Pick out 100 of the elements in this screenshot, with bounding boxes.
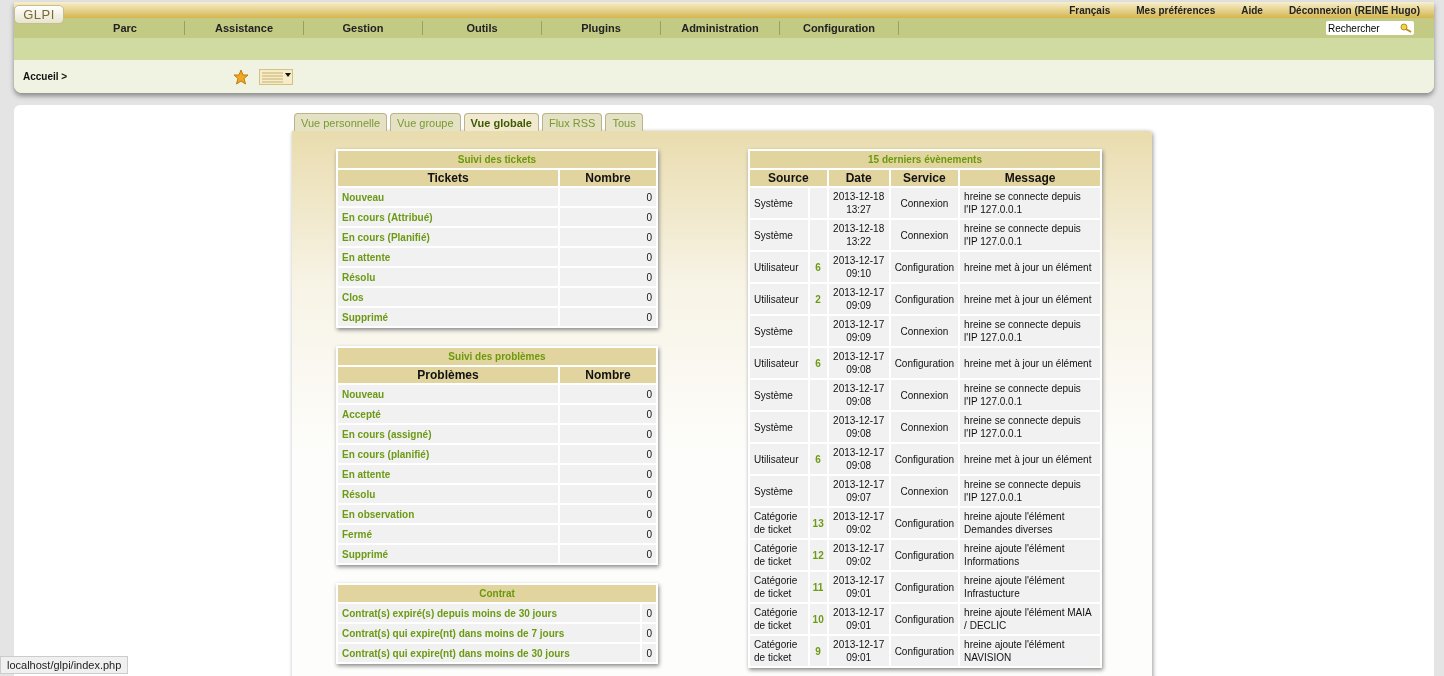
count-cell: 0: [642, 624, 656, 642]
message-cell: hreine met à jour un élément: [960, 444, 1100, 474]
tab[interactable]: Vue personnelle: [294, 113, 388, 131]
item-link[interactable]: 9: [809, 636, 827, 666]
message-cell: hreine se connecte depuis l'IP 127.0.0.1: [960, 188, 1100, 218]
source-cell: Catégorie de ticket: [750, 636, 808, 666]
column-header: Nombre: [560, 170, 656, 186]
item-link[interactable]: 10: [809, 604, 827, 634]
source-cell: Utilisateur: [750, 252, 808, 282]
count-cell: 0: [560, 425, 656, 443]
contract-link[interactable]: Contrat(s) qui expire(nt) dans moins de 7 jours: [338, 624, 640, 642]
service-cell: Connexion: [890, 476, 959, 506]
service-cell: Configuration: [890, 508, 959, 538]
time-text: 09:02: [845, 555, 873, 568]
source-cell: Utilisateur: [750, 284, 808, 314]
service-cell: Connexion: [890, 380, 959, 410]
count-cell: 0: [560, 288, 656, 306]
column-header: Message: [960, 170, 1100, 186]
item-link[interactable]: 6: [809, 444, 827, 474]
source-cell: Système: [750, 476, 808, 506]
status-url: localhost/glpi/index.php: [0, 656, 129, 674]
time-text: 09:01: [845, 619, 873, 632]
item-link[interactable]: 13: [809, 508, 827, 538]
count-cell: 0: [560, 208, 656, 226]
ticket-status-link[interactable]: Clos: [338, 288, 558, 306]
problem-status-link[interactable]: Nouveau: [338, 385, 558, 403]
source-cell: Utilisateur: [750, 444, 808, 474]
menu-item[interactable]: Gestion: [304, 21, 423, 35]
ticket-status-link[interactable]: En cours (Attribué): [338, 208, 558, 226]
problem-status-link[interactable]: Accepté: [338, 405, 558, 423]
message-cell: hreine met à jour un élément: [960, 348, 1100, 378]
time-text: 09:07: [845, 491, 873, 504]
count-cell: 0: [560, 465, 656, 483]
tab[interactable]: Vue groupe: [390, 113, 461, 131]
logo[interactable]: GLPI: [14, 5, 64, 24]
item-link[interactable]: 6: [809, 252, 827, 282]
message-cell: hreine ajoute l'élément NAVISION: [960, 636, 1100, 666]
ticket-status-link[interactable]: Nouveau: [338, 188, 558, 206]
service-cell: Configuration: [890, 572, 959, 602]
top-link[interactable]: Aide: [1241, 4, 1263, 16]
item-link[interactable]: 11: [809, 572, 827, 602]
ticket-status-link[interactable]: Résolu: [338, 268, 558, 286]
menu-item[interactable]: Administration: [661, 21, 780, 35]
service-cell: Configuration: [890, 636, 959, 666]
date-text: 2013-12-18: [832, 190, 885, 203]
item-link[interactable]: 6: [809, 348, 827, 378]
count-cell: 0: [560, 268, 656, 286]
problem-status-link[interactable]: En cours (assigné): [338, 425, 558, 443]
ticket-status-link[interactable]: En cours (Planifié): [338, 228, 558, 246]
tab[interactable]: Vue globale: [463, 113, 539, 131]
ticket-status-link[interactable]: En attente: [338, 248, 558, 266]
count-cell: 0: [560, 405, 656, 423]
count-cell: 0: [560, 188, 656, 206]
message-cell: hreine se connecte depuis l'IP 127.0.0.1: [960, 412, 1100, 442]
time-text: 09:09: [845, 331, 873, 344]
top-link[interactable]: Déconnexion (REINE Hugo): [1288, 4, 1420, 16]
contract-link[interactable]: Contrat(s) expiré(s) depuis moins de 30 jours: [338, 604, 640, 622]
contract-link[interactable]: Contrat(s) qui expire(nt) dans moins de 30 jours: [338, 644, 640, 662]
problem-status-link[interactable]: Résolu: [338, 485, 558, 503]
problem-status-link[interactable]: Fermé: [338, 525, 558, 543]
tab[interactable]: Flux RSS: [541, 113, 603, 131]
column-header: Nombre: [560, 367, 656, 383]
table-title: Suivi des tickets: [338, 151, 656, 168]
problem-status-link[interactable]: En observation: [338, 505, 558, 523]
message-cell: hreine ajoute l'élément MAIA / DECLIC: [960, 604, 1100, 634]
date-text: 2013-12-17: [832, 638, 885, 651]
message-cell: hreine se connecte depuis l'IP 127.0.0.1: [960, 476, 1100, 506]
ticket-status-link[interactable]: Supprimé: [338, 308, 558, 326]
message-cell: hreine ajoute l'élément Infrastucture: [960, 572, 1100, 602]
time-text: 09:01: [845, 587, 873, 600]
problem-status-link[interactable]: En cours (planifié): [338, 445, 558, 463]
star-icon[interactable]: [233, 68, 249, 85]
menu-item[interactable]: Assistance: [185, 21, 304, 35]
count-cell: 0: [560, 545, 656, 563]
source-cell: Catégorie de ticket: [750, 604, 808, 634]
problem-status-link[interactable]: Supprimé: [338, 545, 558, 563]
service-cell: Configuration: [890, 604, 959, 634]
source-cell: Système: [750, 220, 808, 250]
table-title: 15 derniers évènements: [750, 151, 1100, 168]
search-field[interactable]: Rechercher: [1326, 21, 1414, 35]
table-dropdown-icon[interactable]: [259, 68, 293, 85]
menu-item[interactable]: Plugins: [542, 21, 661, 35]
time-text: 09:02: [845, 523, 873, 536]
breadcrumb[interactable]: Accueil >: [23, 71, 233, 82]
count-cell: 0: [560, 248, 656, 266]
menu-item[interactable]: Configuration: [780, 21, 899, 35]
count-cell: 0: [560, 525, 656, 543]
menu-item[interactable]: Outils: [423, 21, 542, 35]
service-cell: Configuration: [890, 284, 959, 314]
tab[interactable]: Tous: [605, 113, 643, 131]
problem-status-link[interactable]: En attente: [338, 465, 558, 483]
item-link[interactable]: 12: [809, 540, 827, 570]
search-icon[interactable]: [1400, 23, 1412, 33]
service-cell: Connexion: [890, 412, 959, 442]
top-link[interactable]: Mes préférences: [1136, 4, 1216, 16]
count-cell: 0: [560, 228, 656, 246]
message-cell: hreine se connecte depuis l'IP 127.0.0.1: [960, 316, 1100, 346]
item-link[interactable]: 2: [809, 284, 827, 314]
top-link[interactable]: Français: [1069, 4, 1111, 16]
menu-item[interactable]: Parc: [66, 21, 185, 35]
